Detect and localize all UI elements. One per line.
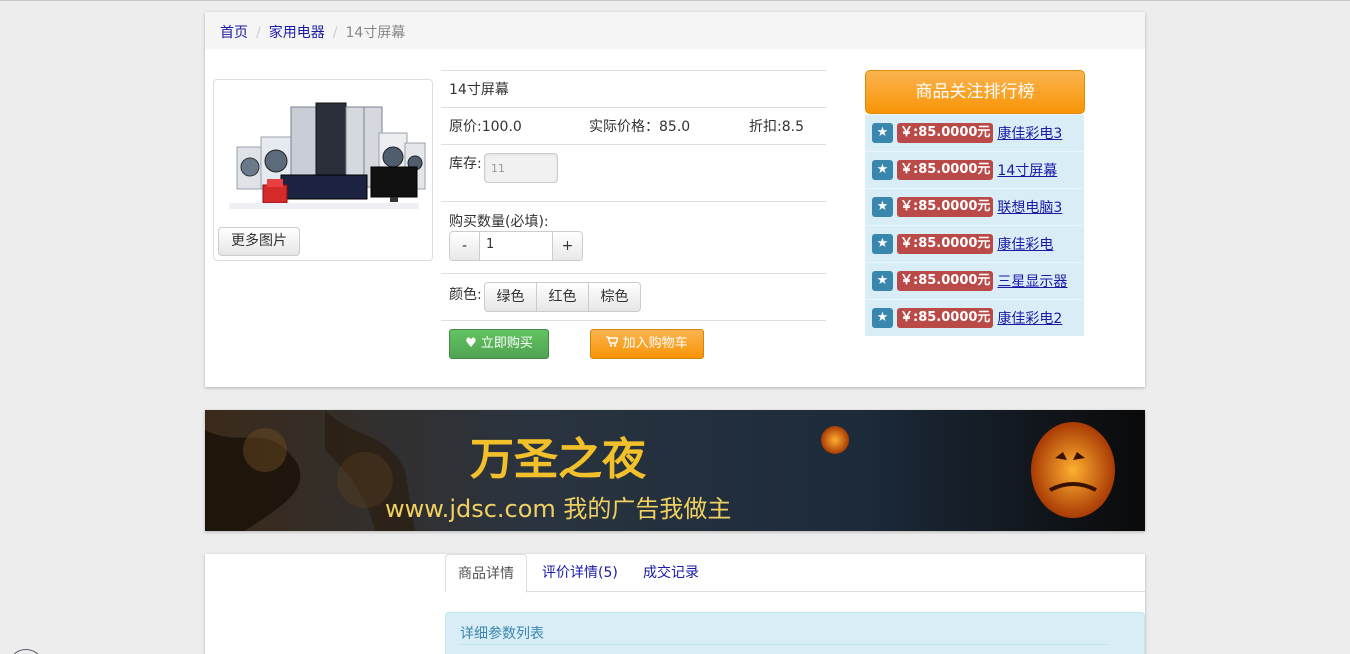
price-row: 原价:100.0 实际价格：85.0 折扣:8.5 bbox=[441, 107, 826, 144]
star-icon: ★ bbox=[872, 160, 893, 180]
price-badge: ￥:85.0000元 bbox=[897, 271, 994, 291]
scroll-top-icon[interactable] bbox=[8, 649, 44, 654]
param-list-title: 详细参数列表 bbox=[460, 626, 544, 642]
tab-transaction-records[interactable]: 成交记录 bbox=[631, 554, 711, 592]
tab-reviews[interactable]: 评价详情(5) bbox=[530, 554, 630, 592]
param-divider bbox=[460, 644, 1110, 645]
quantity-increase-button[interactable]: + bbox=[553, 232, 582, 260]
breadcrumb: 首页 / 家用电器 / 14寸屏幕 bbox=[205, 12, 1145, 49]
product-name: 14寸屏幕 bbox=[449, 82, 509, 98]
color-option-green[interactable]: 绿色 bbox=[484, 282, 537, 312]
quantity-row: 购买数量(必填): - 1 + bbox=[441, 201, 826, 273]
product-name-row: 14寸屏幕 bbox=[441, 70, 826, 107]
ranking-item-link[interactable]: 三星显示器 bbox=[997, 271, 1067, 291]
star-icon: ★ bbox=[872, 234, 893, 254]
price-badge: ￥:85.0000元 bbox=[897, 160, 994, 180]
param-list-box: 详细参数列表 bbox=[445, 612, 1145, 654]
ranking-item[interactable]: ★ ￥:85.0000元 联想电脑3 bbox=[865, 188, 1084, 225]
more-images-button[interactable]: 更多图片 bbox=[218, 227, 300, 256]
price-badge: ￥:85.0000元 bbox=[897, 234, 994, 254]
breadcrumb-separator: / bbox=[256, 25, 261, 41]
ad-banner-card: 万圣之夜 www.jdsc.com 我的广告我做主 bbox=[205, 410, 1145, 531]
color-option-red[interactable]: 红色 bbox=[536, 282, 589, 312]
ranking-item-link[interactable]: 联想电脑3 bbox=[997, 197, 1062, 217]
color-label: 颜色: bbox=[449, 287, 482, 303]
ad-banner[interactable]: 万圣之夜 www.jdsc.com 我的广告我做主 bbox=[205, 410, 1145, 531]
star-icon: ★ bbox=[872, 197, 893, 217]
ranking-title: 商品关注排行榜 bbox=[865, 70, 1085, 114]
color-options: 绿色 红色 棕色 bbox=[484, 282, 641, 312]
product-card: 首页 / 家用电器 / 14寸屏幕 更多图片 14寸屏幕 原价:100.0 实际价格… bbox=[205, 12, 1145, 387]
breadcrumb-category-link[interactable]: 家用电器 bbox=[269, 25, 325, 41]
product-info: 14寸屏幕 原价:100.0 实际价格：85.0 折扣:8.5 库存: 11 购… bbox=[441, 70, 826, 370]
add-to-cart-button[interactable]: 加入购物车 bbox=[590, 329, 704, 359]
discount: 折扣:8.5 bbox=[749, 119, 804, 135]
ranking-list: ★ ￥:85.0000元 康佳彩电3 ★ ￥:85.0000元 14寸屏幕 ★ … bbox=[865, 114, 1084, 336]
ranking-item[interactable]: ★ ￥:85.0000元 14寸屏幕 bbox=[865, 151, 1084, 188]
add-to-cart-label: 加入购物车 bbox=[622, 336, 688, 351]
star-icon: ★ bbox=[872, 271, 893, 291]
buy-now-label: 立即购买 bbox=[480, 336, 533, 351]
ranking-item-link[interactable]: 康佳彩电3 bbox=[997, 123, 1062, 143]
quantity-label: 购买数量(必填): bbox=[449, 214, 549, 230]
quantity-decrease-button[interactable]: - bbox=[450, 232, 479, 260]
ranking-item[interactable]: ★ ￥:85.0000元 康佳彩电 bbox=[865, 225, 1084, 262]
star-icon: ★ bbox=[872, 123, 893, 143]
product-image[interactable] bbox=[219, 85, 427, 230]
quantity-input[interactable]: 1 bbox=[479, 232, 553, 260]
buy-now-button[interactable]: ♥ 立即购买 bbox=[449, 329, 549, 359]
shopping-cart-icon bbox=[606, 336, 622, 351]
ranking-item-link[interactable]: 14寸屏幕 bbox=[997, 160, 1057, 180]
stock-row: 库存: 11 bbox=[441, 144, 826, 201]
breadcrumb-home-link[interactable]: 首页 bbox=[220, 25, 248, 41]
breadcrumb-separator: / bbox=[332, 25, 338, 41]
ranking-item-link[interactable]: 康佳彩电 bbox=[997, 234, 1053, 254]
original-price: 原价:100.0 bbox=[449, 119, 522, 135]
quantity-stepper: - 1 + bbox=[449, 231, 583, 261]
actual-price: 实际价格：85.0 bbox=[589, 119, 691, 135]
stock-field: 11 bbox=[484, 153, 558, 183]
detail-tabs: 商品详情 评价详情(5) 成交记录 bbox=[445, 554, 1145, 593]
star-icon: ★ bbox=[872, 308, 893, 328]
price-badge: ￥:85.0000元 bbox=[897, 308, 994, 328]
product-image-box: 更多图片 bbox=[213, 79, 433, 261]
price-badge: ￥:85.0000元 bbox=[897, 123, 994, 143]
tab-product-detail[interactable]: 商品详情 bbox=[445, 554, 527, 593]
ranking-item[interactable]: ★ ￥:85.0000元 三星显示器 bbox=[865, 262, 1084, 299]
price-badge: ￥:85.0000元 bbox=[897, 197, 994, 217]
color-option-brown[interactable]: 棕色 bbox=[588, 282, 641, 312]
ranking-item-link[interactable]: 康佳彩电2 bbox=[997, 308, 1062, 328]
action-row: ♥ 立即购买 加入购物车 bbox=[441, 320, 826, 370]
ad-headline: 万圣之夜 bbox=[470, 434, 647, 485]
ranking-item[interactable]: ★ ￥:85.0000元 康佳彩电2 bbox=[865, 299, 1084, 336]
stock-label: 库存: bbox=[449, 156, 482, 172]
ad-slogan: www.jdsc.com 我的广告我做主 bbox=[385, 495, 731, 523]
detail-card: 商品详情 评价详情(5) 成交记录 详细参数列表 bbox=[205, 554, 1145, 654]
ranking-item[interactable]: ★ ￥:85.0000元 康佳彩电3 bbox=[865, 114, 1084, 151]
color-row: 颜色: 绿色 红色 棕色 bbox=[441, 273, 826, 320]
breadcrumb-current: 14寸屏幕 bbox=[345, 25, 406, 41]
heart-icon: ♥ bbox=[465, 336, 477, 351]
